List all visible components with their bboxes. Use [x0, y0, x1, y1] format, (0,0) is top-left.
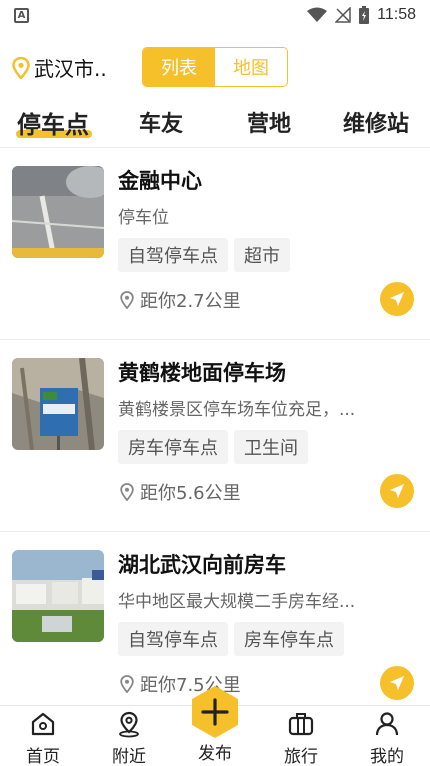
parking-photo [12, 166, 104, 258]
plus-icon [192, 686, 238, 738]
distance: 距你5.6公里 [120, 479, 241, 505]
location-pin-icon [12, 56, 30, 79]
tab-repair-station[interactable]: 维修站 [343, 106, 409, 138]
nav-home-label: 首页 [26, 747, 60, 766]
wifi-icon [307, 7, 328, 22]
navigation-arrow-icon [390, 676, 404, 690]
signal-icon [335, 7, 351, 23]
tag: 房车停车点 [234, 622, 344, 656]
home-icon [31, 712, 55, 736]
parking-photo [12, 550, 104, 642]
view-toggle: 列表 地图 [142, 47, 288, 87]
navigate-button[interactable] [380, 666, 414, 700]
tab-riders[interactable]: 车友 [139, 106, 183, 138]
nav-home[interactable]: 首页 [13, 710, 73, 766]
nav-nearby[interactable]: 附近 [99, 710, 159, 766]
nav-mine[interactable]: 我的 [357, 710, 417, 766]
city-label: 武汉市.. [34, 57, 107, 81]
item-title: 金融中心 [118, 169, 202, 193]
list-item[interactable]: 黄鹤楼地面停车场 黄鹤楼景区停车场车位充足，... 房车停车点 卫生间 距你5.… [0, 340, 430, 532]
item-tags: 房车停车点 卫生间 [118, 430, 308, 464]
publish-button[interactable] [187, 684, 243, 740]
tag: 卫生间 [234, 430, 308, 464]
item-tags: 自驾停车点 房车停车点 [118, 622, 344, 656]
list-item[interactable]: 金融中心 停车位 自驾停车点 超市 距你2.7公里 [0, 148, 430, 340]
map-pin-icon [119, 711, 139, 738]
location-pin-icon [120, 483, 134, 501]
nav-mine-label: 我的 [370, 747, 404, 766]
bottom-nav: 首页 附近 发布 旅行 我的 [0, 686, 430, 766]
navigation-arrow-icon [390, 292, 404, 306]
item-description: 停车位 [118, 208, 169, 228]
item-tags: 自驾停车点 超市 [118, 238, 290, 272]
navigate-button[interactable] [380, 282, 414, 316]
battery-icon [359, 6, 370, 24]
item-description: 黄鹤楼景区停车场车位充足，... [118, 400, 356, 420]
clock: 11:58 [377, 6, 416, 23]
item-description: 华中地区最大规模二手房车经... [118, 592, 356, 612]
city-selector[interactable]: 武汉市.. [12, 53, 107, 82]
nav-publish-label: 发布 [198, 744, 232, 764]
tag: 自驾停车点 [118, 238, 228, 272]
location-pin-icon [120, 291, 134, 309]
top-bar: 武汉市.. 列表 地图 [0, 44, 430, 90]
status-bar: A 11:58 [0, 0, 430, 30]
location-pin-icon [120, 675, 134, 693]
tag: 自驾停车点 [118, 622, 228, 656]
list-view-button[interactable]: 列表 [143, 48, 215, 86]
tag: 房车停车点 [118, 430, 228, 464]
tab-parking[interactable]: 停车点 [17, 105, 89, 140]
distance-text: 距你5.6公里 [140, 483, 241, 504]
nav-travel-label: 旅行 [284, 747, 318, 766]
tab-campsite[interactable]: 营地 [247, 106, 291, 138]
category-tabs: 停车点 车友 营地 维修站 [0, 100, 430, 144]
nav-travel[interactable]: 旅行 [271, 710, 331, 766]
parking-photo [12, 358, 104, 450]
suitcase-icon [288, 713, 314, 736]
app-notification-icon: A [14, 7, 29, 23]
item-title: 湖北武汉向前房车 [118, 553, 286, 577]
item-title: 黄鹤楼地面停车场 [118, 361, 286, 385]
user-icon [375, 712, 399, 736]
distance-text: 距你2.7公里 [140, 291, 241, 312]
distance: 距你2.7公里 [120, 287, 241, 313]
tag: 超市 [234, 238, 290, 272]
map-view-button[interactable]: 地图 [215, 48, 287, 86]
navigate-button[interactable] [380, 474, 414, 508]
nav-nearby-label: 附近 [112, 747, 146, 766]
navigation-arrow-icon [390, 484, 404, 498]
